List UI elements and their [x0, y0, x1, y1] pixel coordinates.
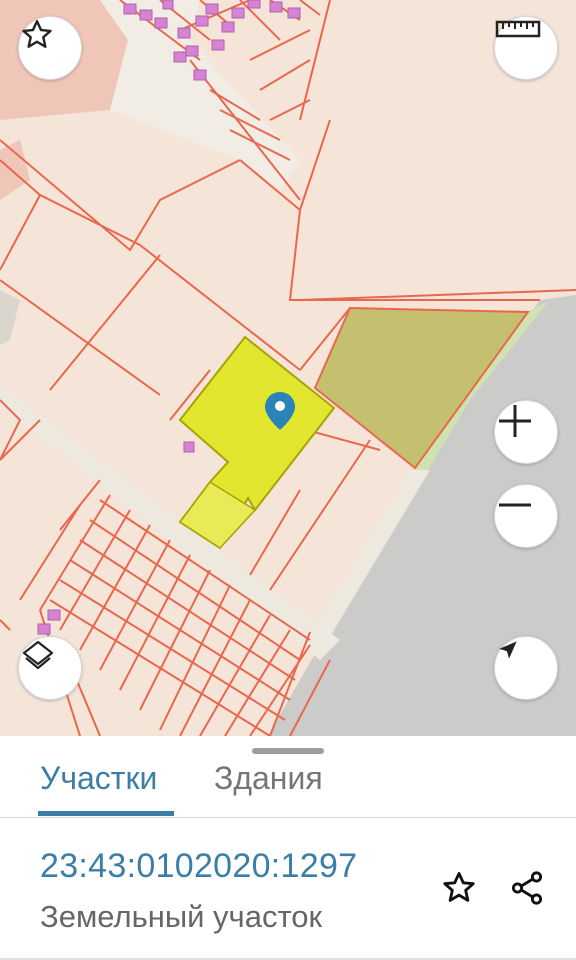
add-to-favorites-button[interactable] — [437, 866, 481, 910]
zoom-out-button[interactable] — [494, 484, 558, 548]
cadastral-map[interactable] — [0, 0, 576, 736]
minus-icon — [499, 503, 531, 507]
favorite-button[interactable] — [18, 16, 82, 80]
divider — [0, 817, 576, 818]
star-outline-icon — [443, 872, 475, 902]
cadastral-number[interactable]: 23:43:0102020:1297 — [40, 846, 357, 886]
navigation-arrow-icon — [499, 641, 517, 659]
measure-button[interactable] — [494, 16, 558, 80]
map-canvas[interactable] — [0, 0, 576, 736]
my-location-button[interactable] — [494, 636, 558, 700]
layers-icon — [22, 640, 54, 670]
tab-parcels[interactable]: Участки — [40, 758, 157, 798]
ruler-icon — [495, 20, 541, 38]
active-tab-indicator — [38, 811, 174, 816]
tab-buildings[interactable]: Здания — [214, 758, 323, 798]
drag-handle[interactable] — [252, 748, 324, 754]
zoom-in-button[interactable] — [494, 400, 558, 464]
share-icon — [511, 871, 543, 905]
plus-icon — [499, 405, 531, 437]
star-outline-icon — [22, 20, 52, 48]
layers-button[interactable] — [18, 636, 82, 700]
parcel-type: Земельный участок — [40, 899, 323, 934]
share-button[interactable] — [505, 866, 549, 910]
